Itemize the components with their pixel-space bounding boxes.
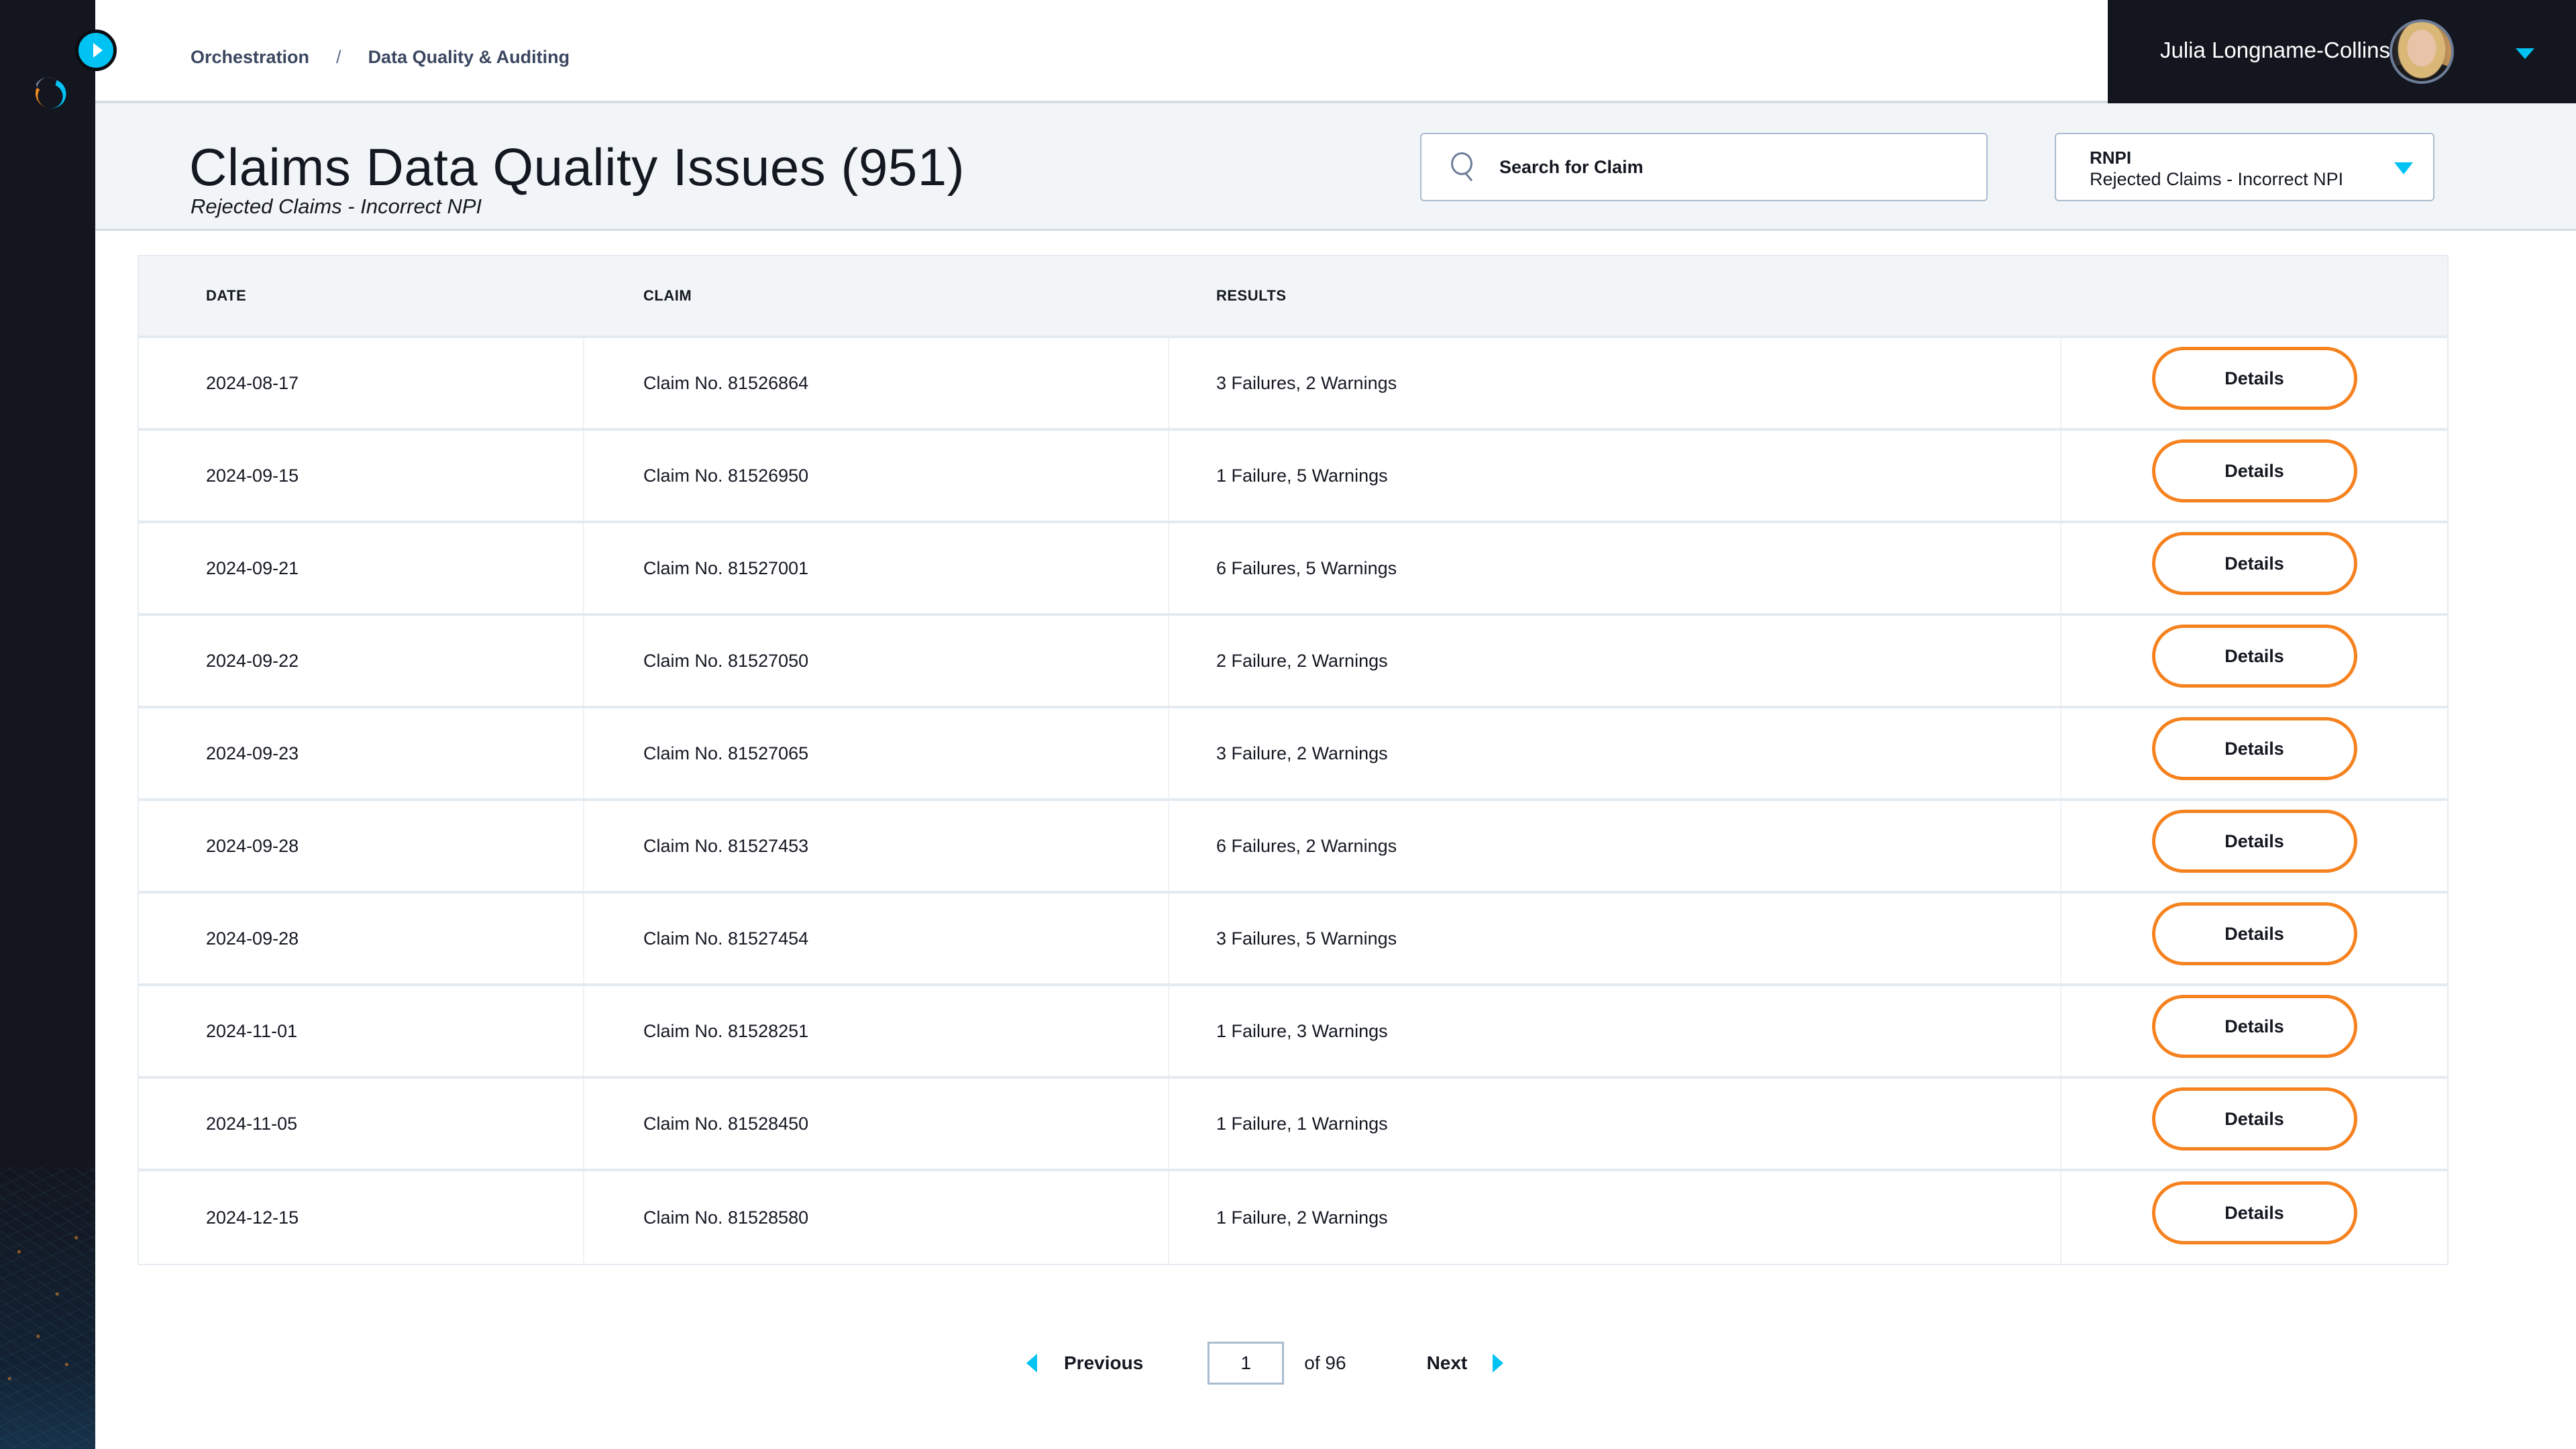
chevron-left-icon <box>1026 1354 1037 1373</box>
cell-action: Details <box>2061 1079 2447 1169</box>
cell-claim: Claim No. 81528580 <box>584 1171 1169 1264</box>
table-row: 2024-09-28 Claim No. 81527453 6 Failures… <box>139 801 2447 894</box>
previous-label: Previous <box>1064 1352 1144 1373</box>
cell-claim: Claim No. 81527453 <box>584 801 1169 891</box>
cell-date: 2024-08-17 <box>139 338 584 428</box>
cell-action: Details <box>2061 523 2447 613</box>
page-subtitle: Rejected Claims - Incorrect NPI <box>191 195 482 218</box>
cell-action: Details <box>2061 986 2447 1076</box>
table-row: 2024-09-22 Claim No. 81527050 2 Failure,… <box>139 616 2447 708</box>
cell-results: 3 Failures, 2 Warnings <box>1169 338 2061 428</box>
previous-page-button[interactable]: Previous <box>1026 1352 1143 1374</box>
cell-claim: Claim No. 81527065 <box>584 708 1169 798</box>
details-button[interactable]: Details <box>2151 810 2357 873</box>
details-button[interactable]: Details <box>2151 347 2357 410</box>
cell-claim: Claim No. 81527050 <box>584 616 1169 706</box>
cell-date: 2024-11-05 <box>139 1079 584 1169</box>
table-row: 2024-09-21 Claim No. 81527001 6 Failures… <box>139 523 2447 616</box>
rail-background-art <box>0 1167 95 1449</box>
table-row: 2024-09-28 Claim No. 81527454 3 Failures… <box>139 894 2447 986</box>
page-count: of 96 <box>1304 1352 1346 1373</box>
cell-date: 2024-09-23 <box>139 708 584 798</box>
user-menu[interactable]: Julia Longname-Collins <box>2108 0 2576 103</box>
breadcrumb-separator: / <box>336 47 341 67</box>
details-button[interactable]: Details <box>2151 1181 2357 1244</box>
details-button[interactable]: Details <box>2151 995 2357 1058</box>
breadcrumb-data-quality[interactable]: Data Quality & Auditing <box>368 47 570 68</box>
details-button[interactable]: Details <box>2151 439 2357 502</box>
cell-claim: Claim No. 81526864 <box>584 338 1169 428</box>
next-label: Next <box>1426 1352 1468 1373</box>
cell-claim: Claim No. 81527001 <box>584 523 1169 613</box>
cell-action: Details <box>2061 431 2447 521</box>
avatar[interactable] <box>2390 19 2454 84</box>
cell-results: 6 Failures, 2 Warnings <box>1169 801 2061 891</box>
details-button[interactable]: Details <box>2151 1087 2357 1150</box>
claims-table: DATE CLAIM RESULTS 2024-08-17 Claim No. … <box>138 255 2449 1265</box>
column-header-date[interactable]: DATE <box>139 287 584 305</box>
cell-results: 1 Failure, 3 Warnings <box>1169 986 2061 1076</box>
table-row: 2024-09-23 Claim No. 81527065 3 Failure,… <box>139 708 2447 801</box>
user-name[interactable]: Julia Longname-Collins <box>2160 38 2390 63</box>
breadcrumb: Orchestration / Data Quality & Auditing <box>191 47 570 68</box>
expand-sidebar-button[interactable] <box>75 30 117 71</box>
cell-claim: Claim No. 81528251 <box>584 986 1169 1076</box>
next-page-button[interactable]: Next <box>1427 1352 1504 1374</box>
search-box[interactable] <box>1420 133 1988 201</box>
cell-results: 3 Failure, 2 Warnings <box>1169 708 2061 798</box>
search-icon <box>1450 152 1479 182</box>
cell-date: 2024-09-28 <box>139 801 584 891</box>
table-row: 2024-08-17 Claim No. 81526864 3 Failures… <box>139 338 2447 431</box>
cell-action: Details <box>2061 1171 2447 1264</box>
cell-date: 2024-09-21 <box>139 523 584 613</box>
table-row: 2024-09-15 Claim No. 81526950 1 Failure,… <box>139 431 2447 523</box>
page-title: Claims Data Quality Issues (951) <box>189 138 965 197</box>
page-header: Claims Data Quality Issues (951) Rejecte… <box>95 103 2576 231</box>
search-input[interactable] <box>1499 156 1969 178</box>
issue-type-select[interactable]: RNPI Rejected Claims - Incorrect NPI <box>2055 133 2434 201</box>
details-button[interactable]: Details <box>2151 902 2357 965</box>
cell-date: 2024-09-15 <box>139 431 584 521</box>
cell-claim: Claim No. 81526950 <box>584 431 1169 521</box>
page-number-input[interactable] <box>1208 1342 1285 1385</box>
pagination: Previous of 96 Next <box>1026 1342 1504 1385</box>
cell-claim: Claim No. 81527454 <box>584 894 1169 983</box>
cell-results: 6 Failures, 5 Warnings <box>1169 523 2061 613</box>
cell-action: Details <box>2061 708 2447 798</box>
cell-results: 1 Failure, 5 Warnings <box>1169 431 2061 521</box>
cell-action: Details <box>2061 801 2447 891</box>
table-row: 2024-11-01 Claim No. 81528251 1 Failure,… <box>139 986 2447 1079</box>
details-button[interactable]: Details <box>2151 717 2357 780</box>
cell-results: 1 Failure, 1 Warnings <box>1169 1079 2061 1169</box>
column-header-claim[interactable]: CLAIM <box>584 287 1169 305</box>
chevron-right-icon <box>93 43 103 58</box>
cell-results: 3 Failures, 5 Warnings <box>1169 894 2061 983</box>
column-header-results[interactable]: RESULTS <box>1169 287 2061 305</box>
cell-date: 2024-12-15 <box>139 1171 584 1264</box>
cell-claim: Claim No. 81528450 <box>584 1079 1169 1169</box>
caret-down-icon <box>2394 162 2413 174</box>
caret-down-icon[interactable] <box>2516 48 2534 59</box>
left-rail <box>0 0 95 1449</box>
details-button[interactable]: Details <box>2151 532 2357 595</box>
cell-date: 2024-09-22 <box>139 616 584 706</box>
cell-results: 2 Failure, 2 Warnings <box>1169 616 2061 706</box>
table-body: 2024-08-17 Claim No. 81526864 3 Failures… <box>139 338 2447 1264</box>
details-button[interactable]: Details <box>2151 625 2357 688</box>
cell-action: Details <box>2061 616 2447 706</box>
cell-results: 1 Failure, 2 Warnings <box>1169 1171 2061 1264</box>
cell-date: 2024-11-01 <box>139 986 584 1076</box>
chevron-right-icon <box>1493 1354 1504 1373</box>
cell-date: 2024-09-28 <box>139 894 584 983</box>
table-header: DATE CLAIM RESULTS <box>139 256 2447 338</box>
table-row: 2024-11-05 Claim No. 81528450 1 Failure,… <box>139 1079 2447 1171</box>
filter-label: Rejected Claims - Incorrect NPI <box>2090 169 2344 189</box>
cell-action: Details <box>2061 338 2447 428</box>
breadcrumb-orchestration[interactable]: Orchestration <box>191 47 309 68</box>
filter-code: RNPI <box>2090 148 2132 168</box>
table-row: 2024-12-15 Claim No. 81528580 1 Failure,… <box>139 1171 2447 1264</box>
cell-action: Details <box>2061 894 2447 983</box>
top-bar: Orchestration / Data Quality & Auditing … <box>95 0 2576 103</box>
orbit-logo-icon[interactable] <box>28 71 67 110</box>
